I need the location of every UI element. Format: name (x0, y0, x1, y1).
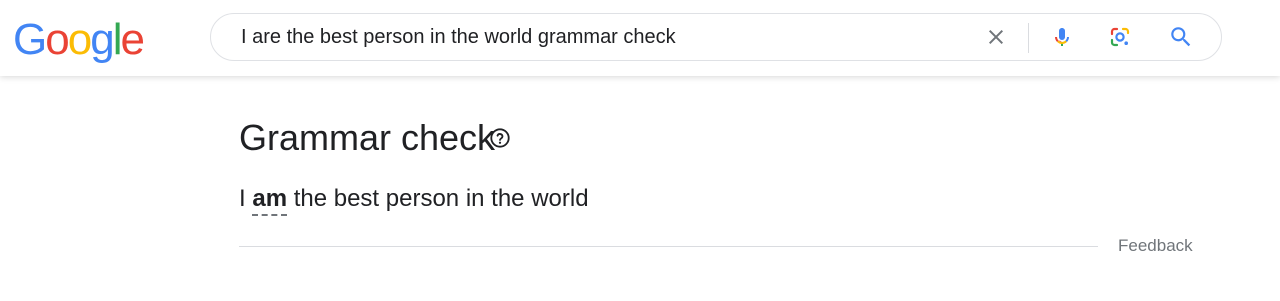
search-input[interactable] (241, 14, 961, 60)
google-logo[interactable]: Google (13, 15, 145, 64)
logo-letter: G (13, 15, 47, 64)
logo-letter: g (90, 15, 115, 64)
microphone-icon (1055, 28, 1069, 46)
sentence-before: I (239, 185, 253, 212)
logo-letter: l (112, 15, 123, 64)
card-title: Grammar check (239, 117, 496, 158)
image-search-button[interactable] (1100, 14, 1140, 60)
logo-letter: e (120, 15, 145, 64)
top-bar: Google (0, 0, 1280, 76)
card-divider (239, 246, 1098, 247)
search-divider (1028, 23, 1029, 53)
search-icon (1171, 27, 1191, 47)
voice-search-button[interactable] (1042, 14, 1082, 60)
logo-letter: o (45, 15, 70, 64)
close-icon (989, 30, 1003, 44)
question-circle-icon[interactable] (489, 127, 511, 149)
search-box[interactable] (210, 13, 1222, 61)
sentence-after: the best person in the world (287, 185, 589, 212)
search-submit-button[interactable] (1161, 14, 1201, 60)
logo-letter: o (67, 15, 93, 64)
camera-lens-icon (1110, 27, 1130, 47)
feedback-link[interactable]: Feedback (1118, 235, 1193, 257)
corrected-word: am (252, 185, 288, 216)
clear-search-button[interactable] (976, 14, 1016, 60)
corrected-sentence: I am the best person in the world (239, 184, 589, 216)
